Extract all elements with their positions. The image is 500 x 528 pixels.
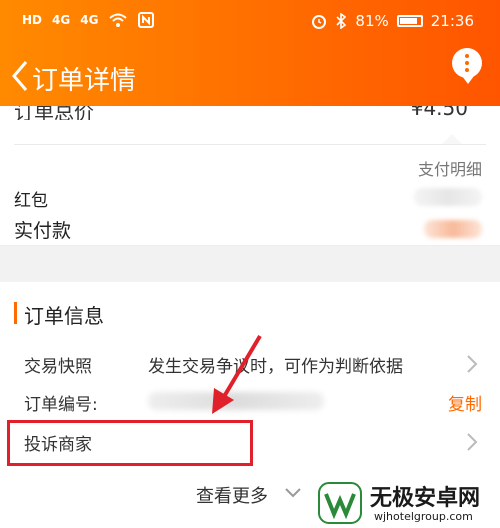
total-row: 订单总价 ¥4.50 <box>14 106 486 120</box>
watermark-logo <box>318 482 362 524</box>
paid-value-blurred <box>424 220 482 238</box>
clock: 21:36 <box>430 12 474 30</box>
watermark-title: 无极安卓网 <box>370 486 481 511</box>
red-packet-label: 红包 <box>14 191 48 211</box>
paid-label: 实付款 <box>14 220 72 242</box>
tooltip-pointer <box>442 134 462 144</box>
status-right: 81% 21:36 <box>311 12 474 30</box>
section-title: 订单信息 <box>24 304 104 328</box>
chevron-right-icon <box>467 355 478 373</box>
divider <box>14 144 486 145</box>
signal-4g-1: 4G <box>52 13 71 27</box>
red-packet-value-blurred <box>414 188 482 206</box>
highlight-box <box>7 420 253 466</box>
alarm-icon <box>312 15 327 29</box>
total-label: 订单总价 <box>14 106 94 120</box>
total-value: ¥4.50 <box>410 106 468 120</box>
copy-button[interactable]: 复制 <box>448 390 482 415</box>
red-arrow-annotation <box>212 334 262 414</box>
more-vertical-icon[interactable] <box>452 48 482 84</box>
see-more-button[interactable]: 查看更多 <box>196 482 268 508</box>
app-header: HD 4G 4G 81% 21:36 订单详情 <box>0 0 500 106</box>
status-bar: HD 4G 4G 81% 21:36 <box>0 0 500 42</box>
signal-4g-2: 4G <box>80 13 99 27</box>
nfc-icon <box>138 12 155 28</box>
watermark: 无极安卓网 wjhotelgroup.com <box>318 480 498 526</box>
hd-badge: HD <box>22 13 43 27</box>
bluetooth-icon <box>336 13 347 29</box>
wifi-icon <box>109 13 128 27</box>
battery-percent: 81% <box>355 12 389 30</box>
payment-card: 订单总价 ¥4.50 支付明细 红包 实付款 <box>0 106 500 246</box>
payment-detail-link[interactable]: 支付明细 <box>418 156 482 180</box>
nav-bar: 订单详情 <box>0 48 500 104</box>
page-title: 订单详情 <box>32 66 137 96</box>
snapshot-description: 发生交易争议时，可作为判断依据 <box>148 357 403 377</box>
snapshot-label: 交易快照 <box>24 357 92 377</box>
battery-icon <box>396 15 423 27</box>
watermark-url: wjhotelgroup.com <box>374 510 473 523</box>
chevron-right-icon <box>467 433 478 451</box>
section-accent-bar <box>14 302 17 324</box>
chevron-down-icon <box>285 488 301 498</box>
order-number-label: 订单编号: <box>24 395 98 415</box>
status-left: HD 4G 4G <box>22 12 155 28</box>
